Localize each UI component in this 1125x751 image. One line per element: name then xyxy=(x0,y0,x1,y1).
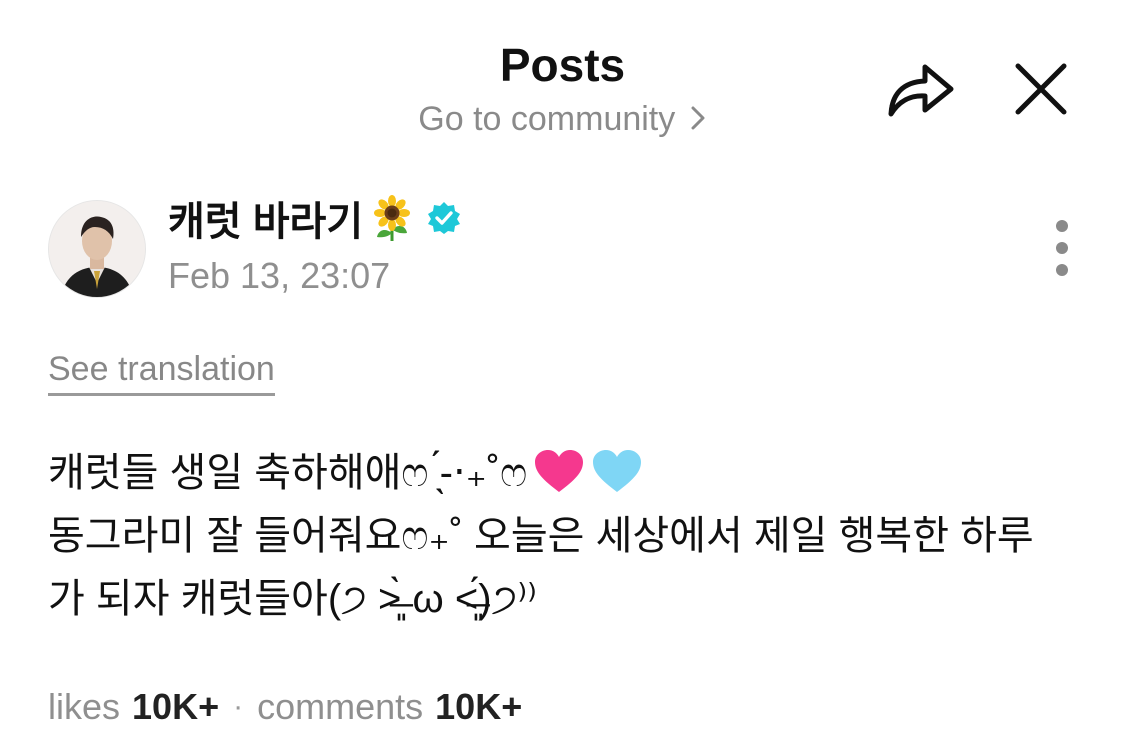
post-content: 캐럿들 생일 축하해애ෆ ̖́-‧₊˚ෆ 동그라미 잘 들어줘요ෆ₊˚ 오늘은 … xyxy=(48,442,1088,631)
share-button[interactable] xyxy=(885,58,957,120)
go-to-community-label: Go to community xyxy=(418,100,676,138)
post-timestamp: Feb 13, 23:07 xyxy=(168,255,391,296)
chevron-right-icon xyxy=(689,102,707,141)
post-content-line: 가 되자 캐럿들아(੭ ˃̶͈̀ ω ˂̶͈́)੭⁾⁾ xyxy=(48,577,538,621)
light-blue-heart-icon xyxy=(593,450,642,492)
header: Posts Go to community xyxy=(0,0,1125,160)
sunflower-icon xyxy=(374,195,411,241)
author-name[interactable]: 캐럿 바라기 xyxy=(168,189,363,247)
comments-label[interactable]: comments xyxy=(257,686,423,728)
likes-count: 10K+ xyxy=(132,686,220,727)
verified-badge-icon xyxy=(428,202,461,234)
author-row: 캐럿 바라기 xyxy=(168,190,461,246)
more-vertical-icon xyxy=(1056,220,1068,276)
post-stats: likes 10K+ · comments 10K+ xyxy=(48,686,522,728)
share-arrow-icon xyxy=(888,64,954,117)
likes-label[interactable]: likes xyxy=(48,686,120,728)
avatar[interactable] xyxy=(48,200,146,298)
close-button[interactable] xyxy=(1010,58,1072,120)
more-options-button[interactable] xyxy=(1044,215,1080,281)
close-icon xyxy=(1015,63,1067,115)
post-content-line: 동그라미 잘 들어줘요ෆ₊˚ 오늘은 세상에서 제일 행복한 하루 xyxy=(48,514,1034,558)
pink-heart-icon xyxy=(535,450,584,492)
stats-separator: · xyxy=(233,690,244,723)
avatar-image xyxy=(49,201,145,297)
see-translation-link[interactable]: See translation xyxy=(48,350,275,396)
post-content-line: 캐럿들 생일 축하해애ෆ ̖́-‧₊˚ෆ xyxy=(48,442,1088,505)
comments-count: 10K+ xyxy=(435,686,523,727)
